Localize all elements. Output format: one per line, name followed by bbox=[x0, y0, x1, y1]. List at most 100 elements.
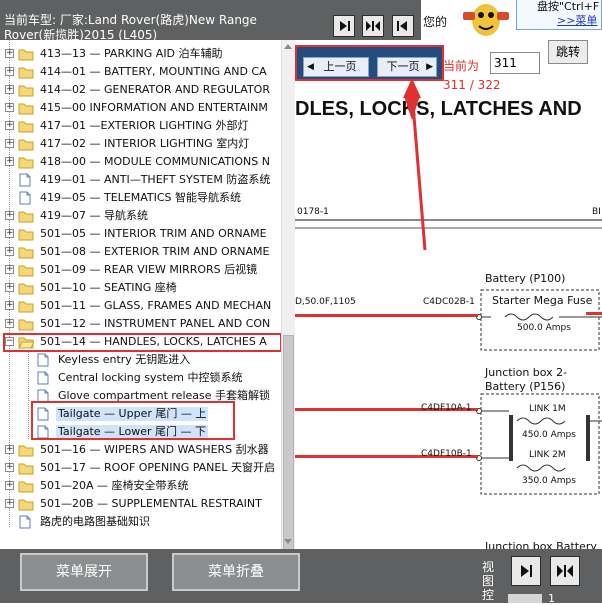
expand-icon[interactable]: + bbox=[5, 445, 14, 454]
tree-item-label: Central locking system 中控锁系统 bbox=[58, 371, 243, 384]
wire-red-4 bbox=[586, 312, 602, 315]
folder-icon bbox=[18, 157, 34, 169]
tree-item[interactable]: +501—11 — GLASS, FRAMES AND MECHAN bbox=[0, 297, 281, 315]
split-arrows-icon bbox=[366, 21, 380, 31]
tree-item[interactable]: 419—05 — TELEMATICS 智能导航系统 bbox=[0, 189, 281, 207]
starter-fuse-label: Starter Mega Fuse bbox=[492, 294, 593, 307]
tree-item-label: Keyless entry 无钥匙进入 bbox=[58, 353, 191, 366]
model-header: 当前车型: 厂家:Land Rover(路虎)New Range Rover(新… bbox=[0, 0, 295, 40]
wire-red-1 bbox=[295, 314, 478, 317]
view-number: 1 bbox=[548, 592, 555, 605]
expand-icon[interactable]: + bbox=[5, 67, 14, 76]
tree-item[interactable]: +415—00 INFORMATION AND ENTERTAINM bbox=[0, 99, 281, 117]
folder-icon bbox=[18, 229, 34, 241]
tree-item-label: 417—01 —EXTERIOR LIGHTING 外部灯 bbox=[40, 119, 249, 132]
folder-icon bbox=[18, 301, 34, 313]
expand-icon[interactable]: + bbox=[5, 85, 14, 94]
expand-icon[interactable]: + bbox=[5, 103, 14, 112]
document-icon bbox=[19, 191, 31, 205]
expand-icon[interactable]: + bbox=[5, 265, 14, 274]
tree-item[interactable]: +418—00 — MODULE COMMUNICATIONS N bbox=[0, 153, 281, 171]
expand-icon[interactable]: + bbox=[5, 283, 14, 292]
current-model-line-1: 当前车型: 厂家:Land Rover(路虎)New Range bbox=[4, 13, 257, 27]
hint-box: 盘按"Ctrl+F >>菜单 bbox=[516, 0, 602, 30]
expand-icon[interactable]: + bbox=[5, 49, 14, 58]
arrow-right-icon bbox=[340, 21, 350, 31]
wire-spec: D,50.0F,1105 bbox=[295, 297, 356, 307]
expand-icon[interactable]: + bbox=[5, 247, 14, 256]
tree-item[interactable]: +501—12 — INSTRUMENT PANEL AND CON bbox=[0, 315, 281, 333]
tree-item[interactable]: Central locking system 中控锁系统 bbox=[0, 369, 281, 387]
highlight-box-tailgate bbox=[31, 401, 235, 440]
arrow-left-icon bbox=[397, 21, 407, 31]
tree-item[interactable]: +417—02 — INTERIOR LIGHTING 室内灯 bbox=[0, 135, 281, 153]
expand-icon[interactable]: + bbox=[5, 157, 14, 166]
view-split-button[interactable] bbox=[550, 556, 580, 586]
scroll-up-icon[interactable] bbox=[284, 44, 292, 49]
starter-fuse-amps: 500.0 Amps bbox=[517, 323, 571, 333]
link-2-label: LINK 2M bbox=[529, 450, 566, 460]
tree-item-label: 501—11 — GLASS, FRAMES AND MECHAN bbox=[40, 299, 272, 312]
view-expand-button[interactable] bbox=[511, 556, 541, 586]
connector-1: C4DC02B-1 bbox=[423, 297, 475, 307]
menu-link[interactable]: >>菜单 bbox=[557, 14, 597, 27]
battery-label: Battery (P100) bbox=[485, 272, 566, 285]
junction-label-2: Battery (P156) bbox=[485, 380, 566, 393]
tree-item[interactable]: Keyless entry 无钥匙进入 bbox=[0, 351, 281, 369]
mascot-icon bbox=[463, 4, 509, 36]
view-label-char-3: 控 bbox=[482, 588, 495, 602]
tree-item[interactable]: +501—16 — WIPERS AND WASHERS 刮水器 bbox=[0, 441, 281, 459]
tree-item[interactable]: +501—17 — ROOF OPENING PANEL 天窗开启 bbox=[0, 459, 281, 477]
view-label-char-1: 视 bbox=[482, 560, 495, 574]
tree-item[interactable]: +501—05 — INTERIOR TRIM AND ORNAME bbox=[0, 225, 281, 243]
tree-item-label: 路虎的电路图基础知识 bbox=[40, 515, 150, 528]
tree-item-label: 501—12 — INSTRUMENT PANEL AND CON bbox=[40, 317, 271, 330]
tree-item[interactable]: +501—20B — SUPPLEMENTAL RESTRAINT bbox=[0, 495, 281, 513]
tree-item[interactable]: +501—09 — REAR VIEW MIRRORS 后视镜 bbox=[0, 261, 281, 279]
expand-icon[interactable]: + bbox=[5, 139, 14, 148]
tree-item[interactable]: +417—01 —EXTERIOR LIGHTING 外部灯 bbox=[0, 117, 281, 135]
tree-item[interactable]: +501—08 — EXTERIOR TRIM AND ORNAME bbox=[0, 243, 281, 261]
tree-item-label: 501—05 — INTERIOR TRIM AND ORNAME bbox=[40, 227, 267, 240]
collapse-menu-button[interactable]: 菜单折叠 bbox=[172, 553, 300, 591]
tree-item-label: 501—09 — REAR VIEW MIRRORS 后视镜 bbox=[40, 263, 258, 276]
tree-item[interactable]: +501—10 — SEATING 座椅 bbox=[0, 279, 281, 297]
expand-menu-button[interactable]: 菜单展开 bbox=[20, 553, 148, 591]
tree-item[interactable]: +413—13 — PARKING AID 泊车辅助 bbox=[0, 45, 281, 63]
expand-icon[interactable]: + bbox=[5, 319, 14, 328]
expand-icon[interactable]: + bbox=[5, 301, 14, 310]
junction-bottom-label: Junction box Battery bbox=[485, 540, 597, 549]
document-icon bbox=[19, 515, 31, 529]
tree-item-label: 501—17 — ROOF OPENING PANEL 天窗开启 bbox=[40, 461, 275, 474]
hide-tree-button[interactable] bbox=[392, 15, 414, 37]
folder-icon bbox=[18, 265, 34, 277]
junction-label-1: Junction box 2- bbox=[485, 366, 568, 379]
tree-item-label: 413—13 — PARKING AID 泊车辅助 bbox=[40, 47, 223, 60]
folder-icon bbox=[18, 319, 34, 331]
scroll-down-icon[interactable] bbox=[284, 539, 292, 544]
tree-item[interactable]: +501—20A — 座椅安全带系统 bbox=[0, 477, 281, 495]
expand-icon[interactable]: + bbox=[5, 229, 14, 238]
tree-item-label: 419—01 — ANTI—THEFT SYSTEM 防盗系统 bbox=[40, 173, 271, 186]
folder-icon bbox=[18, 445, 34, 457]
tree-scrollbar[interactable] bbox=[281, 40, 295, 575]
tree-item[interactable]: 路虎的电路图基础知识 bbox=[0, 513, 281, 531]
expand-icon[interactable]: + bbox=[5, 121, 14, 130]
folder-icon bbox=[18, 499, 34, 511]
tree-item-label: 414—01 — BATTERY, MOUNTING AND CA bbox=[40, 65, 267, 78]
expand-icon[interactable]: + bbox=[5, 499, 14, 508]
document-icon bbox=[19, 173, 31, 187]
expand-icon[interactable]: + bbox=[5, 481, 14, 490]
view-indicator bbox=[508, 594, 542, 603]
tree-item[interactable]: +414—02 — GENERATOR AND REGULATOR bbox=[0, 81, 281, 99]
expand-icon[interactable]: + bbox=[5, 463, 14, 472]
tree-item[interactable]: 419—01 — ANTI—THEFT SYSTEM 防盗系统 bbox=[0, 171, 281, 189]
folder-icon bbox=[18, 49, 34, 61]
show-tree-button[interactable] bbox=[333, 15, 355, 37]
folder-icon bbox=[18, 463, 34, 475]
split-view-button[interactable] bbox=[362, 15, 384, 37]
tree-item[interactable]: +419—07 — 导航系统 bbox=[0, 207, 281, 225]
tree-item-label: 501—10 — SEATING 座椅 bbox=[40, 281, 177, 294]
tree-item[interactable]: +414—01 — BATTERY, MOUNTING AND CA bbox=[0, 63, 281, 81]
expand-icon[interactable]: + bbox=[5, 211, 14, 220]
